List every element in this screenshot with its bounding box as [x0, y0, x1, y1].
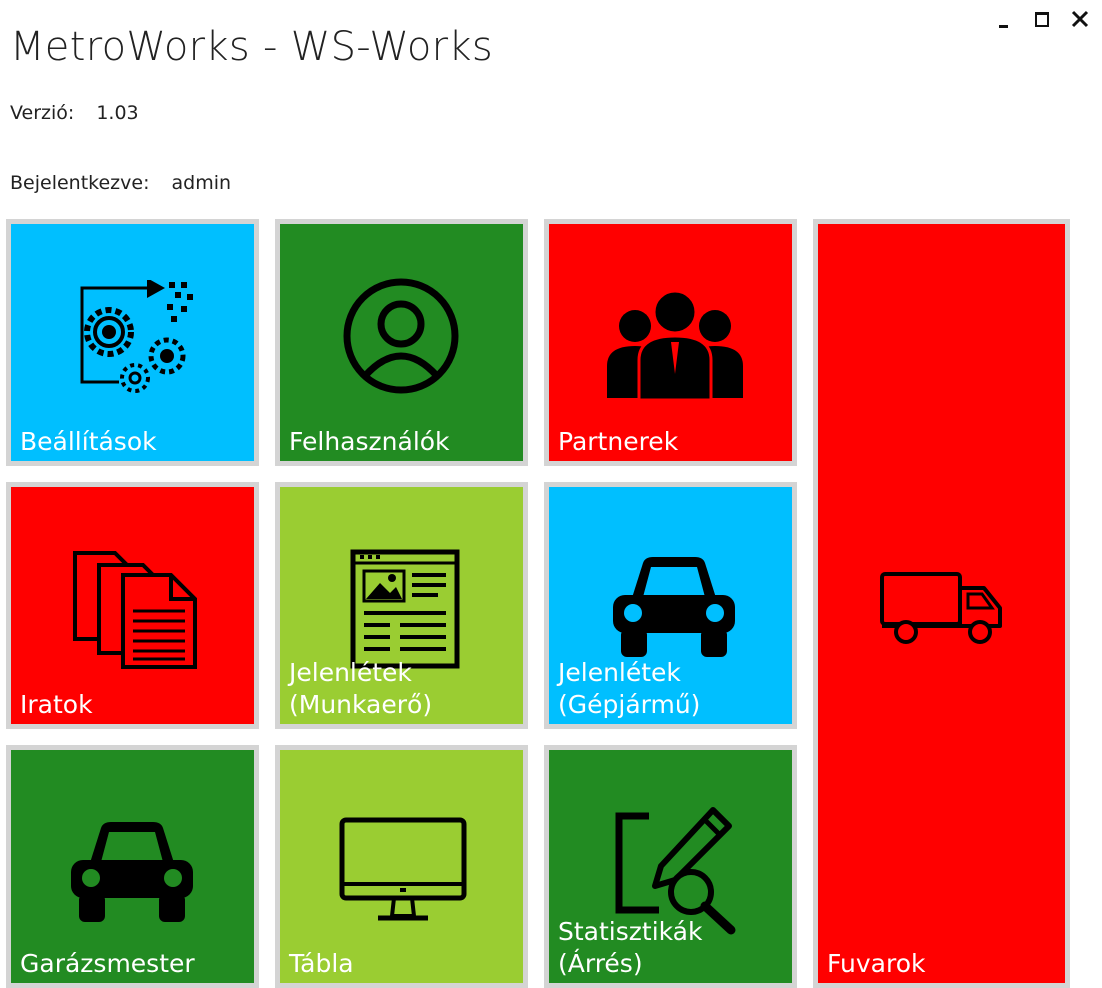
maximize-button[interactable]	[1030, 6, 1054, 32]
tile-partnerek[interactable]: Partnerek	[544, 219, 797, 466]
tile-label: Garázsmester	[20, 949, 195, 978]
tile-label: Beállítások	[20, 427, 157, 456]
version-row: Verzió: 1.03	[10, 102, 139, 124]
version-label: Verzió:	[10, 102, 75, 124]
window-controls	[992, 6, 1092, 32]
minimize-button[interactable]	[992, 6, 1016, 32]
car-icon	[613, 557, 735, 657]
tile-label: Tábla	[289, 949, 354, 978]
login-user: admin	[171, 172, 232, 194]
tile-statisztikak-arres[interactable]: Statisztikák (Árrés)	[544, 745, 797, 988]
tile-label: Jelenlétek (Gépjármű)	[558, 658, 701, 719]
truck-icon	[880, 572, 1002, 644]
car-icon	[71, 822, 193, 922]
tile-tabla[interactable]: Tábla	[275, 745, 528, 988]
tile-label: Iratok	[20, 690, 93, 719]
people-group-icon	[607, 290, 743, 400]
tile-garazsmester[interactable]: Garázsmester	[6, 745, 259, 988]
version-value: 1.03	[96, 102, 139, 124]
newspaper-icon	[350, 549, 460, 669]
login-label: Bejelentkezve:	[10, 172, 150, 194]
tile-label: Fuvarok	[827, 949, 926, 978]
gears-icon	[80, 280, 193, 393]
tile-label: Statisztikák (Árrés)	[558, 917, 703, 978]
user-circle-icon	[343, 278, 459, 394]
app-title: MetroWorks - WS-Works	[10, 24, 494, 70]
tile-label: Jelenlétek (Munkaerő)	[289, 658, 433, 719]
tile-fuvarok[interactable]: Fuvarok	[813, 219, 1070, 988]
tile-felhasznalok[interactable]: Felhasználók	[275, 219, 528, 466]
close-button[interactable]	[1068, 6, 1092, 32]
tile-label: Partnerek	[558, 427, 679, 456]
tile-label: Felhasználók	[289, 427, 450, 456]
login-row: Bejelentkezve: admin	[10, 172, 231, 194]
monitor-icon	[339, 817, 467, 921]
tile-jelenletek-munkaero[interactable]: Jelenlétek (Munkaerő)	[275, 482, 528, 729]
close-icon	[1071, 10, 1089, 28]
tile-beallitasok[interactable]: Beállítások	[6, 219, 259, 466]
tile-iratok[interactable]: Iratok	[6, 482, 259, 729]
tile-jelenletek-gepjarmu[interactable]: Jelenlétek (Gépjármű)	[544, 482, 797, 729]
documents-icon	[73, 551, 197, 669]
